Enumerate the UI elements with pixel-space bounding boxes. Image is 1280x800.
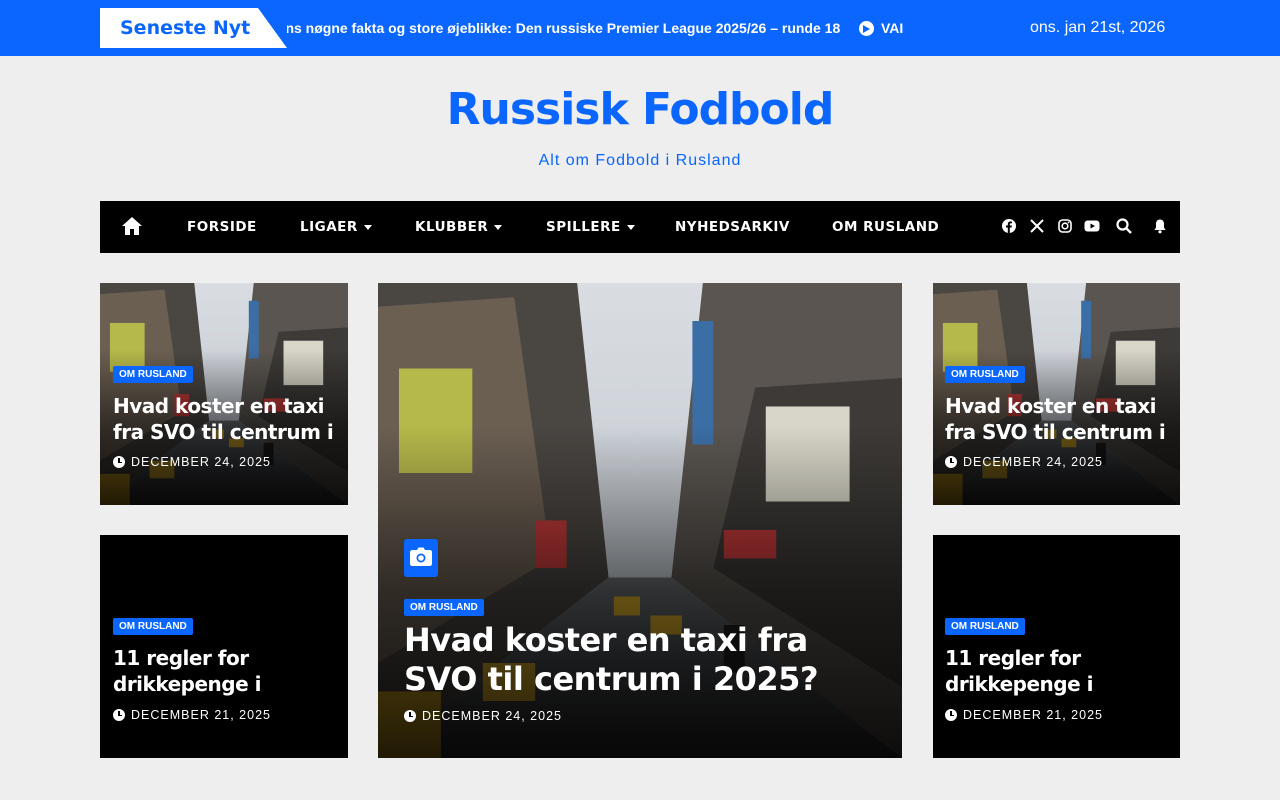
caret-down-icon — [626, 224, 635, 230]
clock-icon — [113, 456, 125, 468]
post-title[interactable]: 11 regler for drikkepenge i Rusland — [113, 645, 338, 701]
camera-icon-button[interactable] — [404, 539, 438, 577]
post-date: DECEMBER 21, 2025 — [113, 708, 271, 722]
post-date: DECEMBER 21, 2025 — [945, 708, 1103, 722]
nav-item-forside[interactable]: FORSIDE — [187, 201, 257, 253]
post-date-text: DECEMBER 21, 2025 — [963, 708, 1103, 722]
nav-item-nyhedsarkiv[interactable]: NYHEDSARKIV — [675, 201, 790, 253]
instagram-icon[interactable] — [1057, 218, 1073, 234]
post-date-text: DECEMBER 24, 2025 — [963, 455, 1103, 469]
post-card[interactable]: OM RUSLAND 11 regler for drikkepenge i R… — [933, 535, 1180, 758]
nav-item-label: NYHEDSARKIV — [675, 219, 790, 235]
news-ticker: Ugens nøgne fakta og store øjeblikke: De… — [287, 0, 927, 56]
clock-icon — [404, 710, 416, 722]
nav-item-spillere[interactable]: SPILLERE — [546, 201, 635, 253]
latest-news-text: Seneste Nyt — [120, 17, 251, 39]
post-date: DECEMBER 24, 2025 — [404, 709, 562, 723]
caret-down-icon — [494, 224, 503, 230]
main-nav: FORSIDE LIGAER KLUBBER SPILLERE NYHEDSAR… — [100, 201, 1180, 253]
post-card[interactable]: OM RUSLAND Hvad koster en taxi fra SVO t… — [933, 283, 1180, 505]
post-date-text: DECEMBER 24, 2025 — [422, 709, 562, 723]
post-date: DECEMBER 24, 2025 — [113, 455, 271, 469]
ticker-item[interactable]: VAI — [859, 20, 903, 36]
current-date: ons. jan 21st, 2026 — [1030, 19, 1166, 36]
nav-item-label: LIGAER — [300, 219, 358, 235]
post-title[interactable]: 11 regler for drikkepenge i Rusland — [945, 645, 1170, 701]
facebook-icon[interactable] — [1001, 218, 1017, 234]
latest-news-label: Seneste Nyt — [100, 8, 287, 48]
nav-item-label: OM RUSLAND — [832, 219, 940, 235]
post-title[interactable]: Hvad koster en taxi fra SVO til centrum … — [113, 393, 338, 449]
nav-item-label: SPILLERE — [546, 219, 621, 235]
category-badge[interactable]: OM RUSLAND — [404, 599, 484, 616]
camera-icon — [410, 547, 432, 566]
arrow-circle-right-icon — [859, 20, 874, 36]
nav-item-ligaer[interactable]: LIGAER — [300, 201, 372, 253]
youtube-icon[interactable] — [1084, 218, 1100, 234]
nav-item-label: KLUBBER — [415, 219, 489, 235]
category-badge[interactable]: OM RUSLAND — [113, 618, 193, 635]
home-button[interactable] — [100, 201, 164, 253]
site-title[interactable]: Russisk Fodbold — [0, 84, 1280, 135]
ticker-item-label: VAI — [881, 20, 904, 36]
bell-icon[interactable] — [1152, 218, 1168, 234]
nav-item-klubber[interactable]: KLUBBER — [415, 201, 503, 253]
clock-icon — [113, 709, 125, 721]
ticker-item[interactable]: Ugens nøgne fakta og store øjeblikke: De… — [287, 20, 840, 36]
search-icon[interactable] — [1116, 218, 1132, 234]
post-date-text: DECEMBER 24, 2025 — [131, 455, 271, 469]
post-date: DECEMBER 24, 2025 — [945, 455, 1103, 469]
nav-item-om-rusland[interactable]: OM RUSLAND — [832, 201, 939, 253]
home-icon — [122, 217, 142, 235]
category-badge[interactable]: OM RUSLAND — [945, 618, 1025, 635]
site-tagline: Alt om Fodbold i Rusland — [538, 152, 742, 169]
nav-item-label: FORSIDE — [187, 219, 257, 235]
category-badge[interactable]: OM RUSLAND — [945, 366, 1025, 383]
post-title[interactable]: Hvad koster en taxi fra SVO til centrum … — [945, 393, 1170, 449]
post-card[interactable]: OM RUSLAND Hvad koster en taxi fra SVO t… — [100, 283, 348, 505]
top-bar: Seneste Nyt Ugens nøgne fakta og store ø… — [0, 0, 1280, 56]
caret-down-icon — [363, 224, 372, 230]
clock-icon — [945, 456, 957, 468]
x-icon[interactable] — [1029, 218, 1045, 234]
featured-post-card[interactable]: OM RUSLAND Hvad koster en taxi fra SVO t… — [378, 283, 902, 758]
featured-post-title[interactable]: Hvad koster en taxi fra SVO til centrum … — [404, 621, 884, 699]
post-card[interactable]: OM RUSLAND 11 regler for drikkepenge i R… — [100, 535, 348, 758]
category-badge[interactable]: OM RUSLAND — [113, 366, 193, 383]
post-date-text: DECEMBER 21, 2025 — [131, 708, 271, 722]
clock-icon — [945, 709, 957, 721]
